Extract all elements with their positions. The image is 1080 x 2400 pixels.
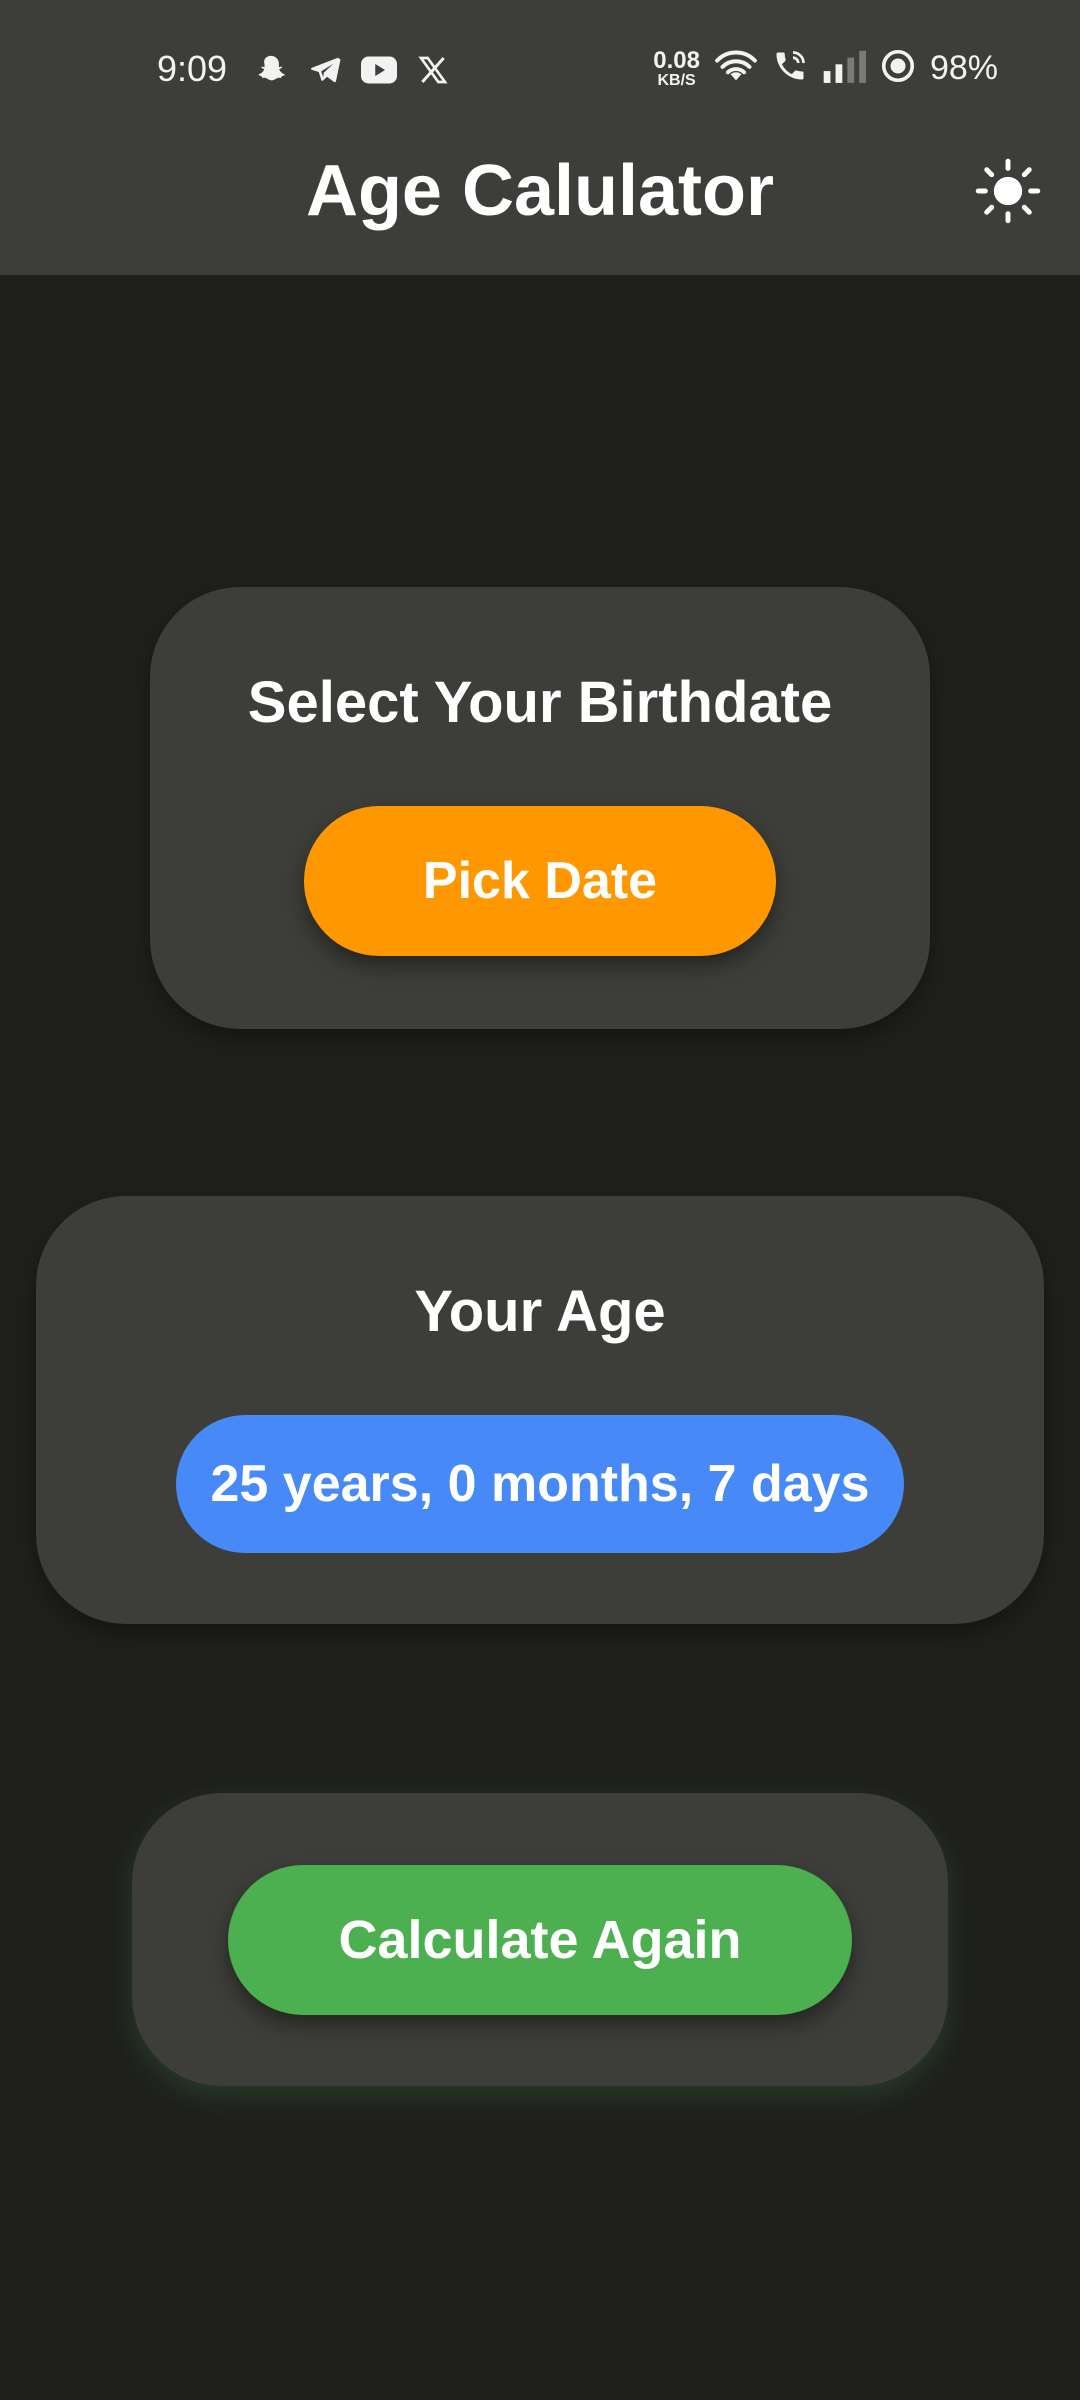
theme-toggle-button[interactable] (972, 157, 1044, 229)
net-speed-unit: KB/S (657, 71, 696, 89)
call-icon (772, 48, 808, 89)
battery-icon (880, 48, 916, 89)
status-bar: 9:09 0.08 KB/S 98% (0, 0, 1080, 140)
pick-date-button[interactable]: Pick Date (304, 806, 776, 956)
birthdate-card: Select Your Birthdate Pick Date (150, 587, 930, 1029)
calculate-again-card: Calculate Again (132, 1793, 948, 2086)
net-speed: 0.08 KB/S (653, 46, 700, 89)
net-speed-value: 0.08 (653, 46, 700, 74)
sun-icon (974, 157, 1042, 230)
app-title: Age Calulator (305, 151, 775, 231)
status-right: 0.08 KB/S 98% (653, 48, 998, 89)
youtube-icon (361, 52, 397, 88)
battery-percent: 98% (929, 49, 998, 87)
age-result: 25 years, 0 months, 7 days (176, 1415, 904, 1553)
x-icon (415, 52, 451, 88)
signal-icon (822, 49, 866, 88)
wifi-icon (714, 48, 758, 89)
age-card: Your Age 25 years, 0 months, 7 days (36, 1196, 1044, 1624)
calculate-again-button[interactable]: Calculate Again (228, 1865, 852, 2015)
birthdate-heading: Select Your Birthdate (247, 670, 833, 735)
telegram-icon (307, 52, 343, 88)
status-time: 9:09 (157, 48, 228, 89)
age-heading: Your Age (414, 1279, 666, 1344)
snapchat-icon (253, 52, 289, 88)
notification-icons (253, 52, 451, 88)
